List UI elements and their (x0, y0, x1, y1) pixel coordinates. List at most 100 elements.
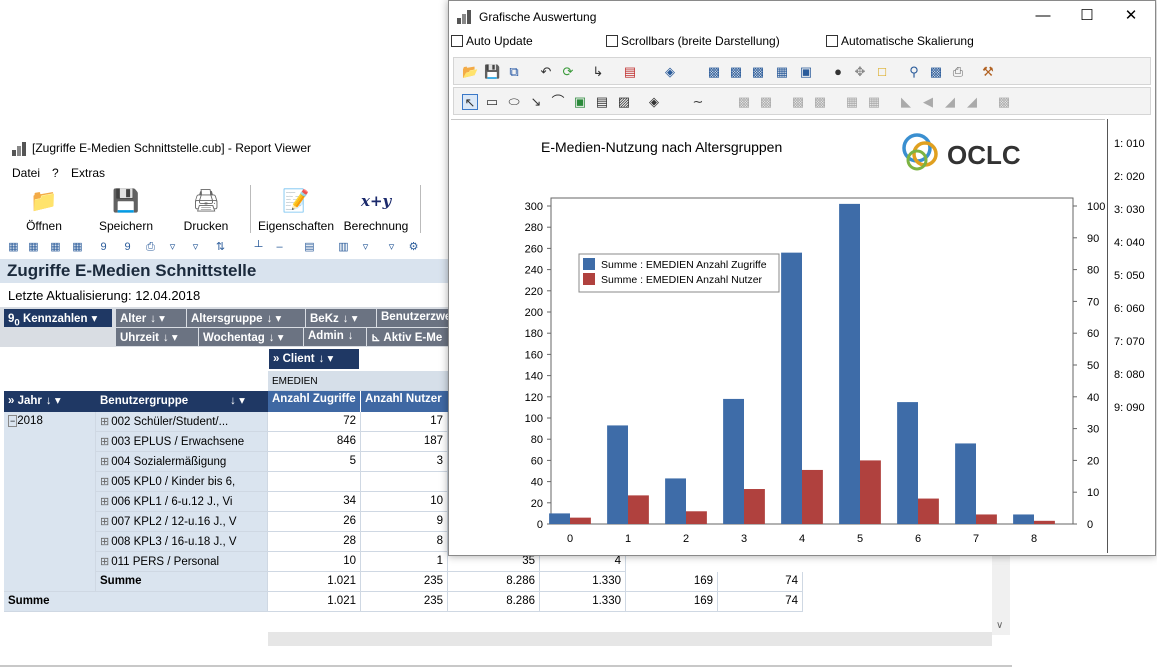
line-icon[interactable]: ↘ (528, 94, 544, 110)
field-altersgruppe[interactable]: Altersgruppe ↓ ▾ (187, 309, 305, 327)
vertical-scrollbar[interactable]: ∨ (992, 555, 1010, 635)
print-button[interactable]: 🖨 Drucken (166, 185, 246, 235)
rotate-icon[interactable]: ◢ (942, 94, 958, 110)
export-icon[interactable]: □ (874, 64, 890, 80)
expand-icon[interactable]: ⊞ (100, 496, 109, 508)
number-format-icon[interactable]: 9 (96, 240, 111, 255)
rotate-icon[interactable]: ◢ (964, 94, 980, 110)
maximize-icon[interactable]: ☐ (1065, 5, 1109, 27)
checkbox-scrollbars[interactable]: Scrollbars (breite Darstellung) (606, 34, 780, 48)
printer-icon[interactable]: ⎙ (950, 64, 966, 80)
open-icon[interactable]: 📂 (462, 64, 478, 80)
table-icon[interactable]: ▦ (774, 64, 790, 80)
row-header-benutzergruppe[interactable]: ⊞ 006 KPL1 / 6-u.12 J., Vi (96, 492, 268, 512)
menu-datei[interactable]: Datei (12, 166, 40, 180)
export-icon[interactable]: ▤ (302, 240, 317, 255)
column-field-client[interactable]: » Client ↓ ▾ (269, 349, 359, 369)
header-anzahl-zugriffe[interactable]: Anzahl Zugriffe (268, 391, 360, 412)
dash-icon[interactable]: – (272, 240, 287, 255)
row-header-benutzergruppe[interactable]: ⊞ 002 Schüler/Student/... (96, 412, 268, 432)
bar-chart-icon[interactable]: ▤ (622, 64, 638, 80)
checkbox-auto-scaling[interactable]: Automatische Skalierung (826, 34, 974, 48)
expand-icon[interactable]: ⊞ (100, 476, 109, 488)
arc-icon[interactable]: ⌒ (550, 94, 566, 110)
print-preview-icon[interactable]: ▩ (928, 64, 944, 80)
menu-help[interactable]: ? (52, 166, 59, 180)
row-header-benutzergruppe[interactable]: ⊞ 011 PERS / Personal (96, 552, 268, 572)
expand-icon[interactable]: ⊞ (100, 456, 109, 468)
field-uhrzeit[interactable]: Uhrzeit ↓ ▾ (116, 328, 198, 346)
refresh-icon[interactable]: ⟳ (560, 64, 576, 80)
row-header-benutzergruppe[interactable]: ⊞ 003 EPLUS / Erwachsene (96, 432, 268, 452)
page-icon[interactable]: ▩ (706, 64, 722, 80)
expand-icon[interactable]: ⊞ (100, 516, 109, 528)
checkbox-auto-update[interactable]: Auto Update (451, 34, 533, 48)
minimize-icon[interactable]: — (1021, 5, 1065, 27)
hierarchy-icon[interactable]: ┴ (251, 240, 266, 255)
filter-icon[interactable]: ▿ (188, 240, 203, 255)
chevron-down-icon[interactable]: ∨ (996, 620, 1003, 631)
copy-icon[interactable]: ⧉ (506, 64, 522, 80)
image-icon[interactable]: ▣ (798, 64, 814, 80)
expand-icon[interactable]: ⊞ (100, 416, 109, 428)
filter-icon[interactable]: ▿ (358, 240, 373, 255)
checkbox-box[interactable] (826, 35, 838, 47)
page-icon[interactable]: ▩ (728, 64, 744, 80)
send-back-icon[interactable]: ▩ (812, 94, 828, 110)
row-header-benutzergruppe[interactable]: ⊞ 004 Sozialermäßigung (96, 452, 268, 472)
zoom-icon[interactable]: ⚲ (906, 64, 922, 80)
axis-icon[interactable]: ↳ (590, 64, 606, 80)
hammer-icon[interactable]: ⚒ (980, 64, 996, 80)
fill-icon[interactable]: ◈ (646, 94, 662, 110)
undo-icon[interactable]: ↶ (538, 64, 554, 80)
bring-front-icon[interactable]: ▩ (790, 94, 806, 110)
properties-icon[interactable]: ▩ (996, 94, 1012, 110)
save-button[interactable]: 💾 Speichern (86, 185, 166, 235)
note-icon[interactable]: ▨ (616, 94, 632, 110)
field-alter[interactable]: Alter ↓ ▾ (116, 309, 186, 327)
flip-icon[interactable]: ◀ (920, 94, 936, 110)
field-bekz[interactable]: BeKz ↓ ▾ (306, 309, 376, 327)
picture-icon[interactable]: ▣ (572, 94, 588, 110)
layout-icon[interactable]: ▥ (336, 240, 351, 255)
horizontal-scrollbar[interactable] (268, 632, 992, 646)
grid-icon[interactable]: ▦ (6, 240, 21, 255)
page-icon[interactable]: ▩ (750, 64, 766, 80)
row-header-benutzergruppe[interactable]: ⊞ 008 KPL3 / 16-u.18 J., V (96, 532, 268, 552)
field-wochentag[interactable]: Wochentag ↓ ▾ (199, 328, 303, 346)
ellipse-icon[interactable]: ⬭ (506, 94, 522, 110)
sort-icon[interactable]: ⇅ (213, 240, 228, 255)
move-icon[interactable]: ✥ (852, 64, 868, 80)
row-header-benutzergruppe[interactable]: ⊞ 007 KPL2 / 12-u.16 J., V (96, 512, 268, 532)
expand-icon[interactable]: ⊞ (100, 556, 109, 568)
pointer-icon[interactable]: ↖ (462, 94, 478, 110)
paste-icon[interactable]: ▩ (758, 94, 774, 110)
fill-icon[interactable]: ◈ (662, 64, 678, 80)
line-style-icon[interactable]: ∼ (690, 94, 706, 110)
copy-icon[interactable]: ▩ (736, 94, 752, 110)
save-icon[interactable]: 💾 (484, 64, 500, 80)
glasses-icon[interactable]: ● (830, 64, 846, 80)
grid-icon[interactable]: ▦ (48, 240, 63, 255)
group-icon[interactable]: ▦ (844, 94, 860, 110)
close-icon[interactable]: ✕ (1109, 5, 1153, 27)
filter-icon[interactable]: ▿ (384, 240, 399, 255)
checkbox-box[interactable] (606, 35, 618, 47)
filter-icon[interactable]: ▿ (165, 240, 180, 255)
calculation-button[interactable]: x+y Berechnung (336, 185, 416, 235)
field-aktiv-emedien[interactable]: ⊾ Aktiv E-Me (367, 328, 448, 346)
rectangle-icon[interactable]: ▭ (484, 94, 500, 110)
printer-icon[interactable]: ⎙ (143, 240, 158, 255)
open-button[interactable]: 📁 Öffnen (4, 185, 84, 235)
graph-window-titlebar[interactable]: Grafische Auswertung — ☐ ✕ (449, 1, 1155, 31)
field-benutzerzweck[interactable]: Benutzerzwe (377, 309, 448, 327)
row-field-jahr[interactable]: » Jahr ↓ ▾ (4, 391, 96, 412)
grid-icon[interactable]: ▦ (70, 240, 85, 255)
row-header-benutzergruppe[interactable]: ⊞ 005 KPL0 / Kinder bis 6, (96, 472, 268, 492)
row-header-year[interactable]: −2018 (4, 412, 96, 592)
kennzahlen-field[interactable]: 90 Kennzahlen ▾ (4, 309, 112, 328)
header-anzahl-nutzer[interactable]: Anzahl Nutzer (361, 391, 448, 412)
expand-icon[interactable]: ⊞ (100, 436, 109, 448)
ungroup-icon[interactable]: ▦ (866, 94, 882, 110)
flip-icon[interactable]: ◣ (898, 94, 914, 110)
